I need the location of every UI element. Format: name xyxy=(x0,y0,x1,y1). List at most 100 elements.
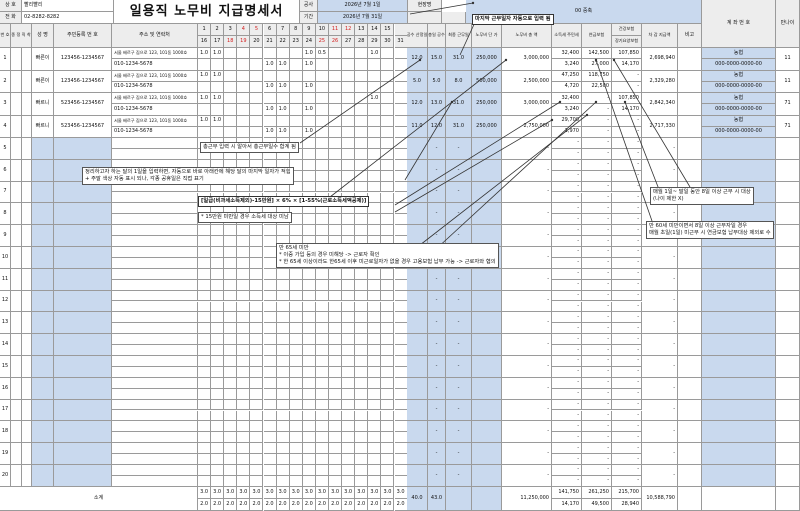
account-number[interactable] xyxy=(702,247,776,269)
day-cell-top[interactable] xyxy=(276,225,290,237)
day-cell-bottom[interactable] xyxy=(329,59,343,71)
row-job-a[interactable] xyxy=(11,312,22,335)
final-day[interactable]: - xyxy=(446,334,472,356)
total-day-top[interactable]: 3.0 xyxy=(368,486,382,499)
health-ins[interactable]: 107,850 xyxy=(612,48,642,60)
worker-address[interactable] xyxy=(112,421,198,433)
ltc-ins[interactable]: - xyxy=(612,81,642,93)
day-cell-top[interactable] xyxy=(250,93,264,105)
labor-total[interactable]: - xyxy=(502,290,552,313)
hdr-ltc[interactable]: 장기요양보험 xyxy=(612,36,642,48)
worker-age[interactable] xyxy=(776,268,800,291)
day-cell-bottom[interactable] xyxy=(329,170,343,182)
unit-price[interactable] xyxy=(472,268,502,291)
day-cell-top[interactable] xyxy=(276,334,290,346)
unit-price[interactable] xyxy=(472,356,502,378)
total-day-top[interactable]: 3.0 xyxy=(394,486,408,499)
worker-name[interactable] xyxy=(32,268,54,291)
day-cell-top[interactable] xyxy=(368,115,382,127)
day-cell-top[interactable] xyxy=(394,93,408,105)
day-cell-bottom[interactable] xyxy=(237,323,251,335)
employment-ins[interactable]: 27,000 xyxy=(582,59,612,71)
work-hours[interactable]: - xyxy=(428,465,446,487)
employment-ins[interactable]: 22,500 xyxy=(582,81,612,93)
day-cell-top[interactable] xyxy=(250,247,264,258)
day-cell-bottom[interactable] xyxy=(342,454,356,465)
day-cell-bottom[interactable] xyxy=(198,279,212,291)
account-number[interactable] xyxy=(702,138,776,160)
net-pay[interactable]: - xyxy=(642,138,678,160)
worker-name[interactable]: 빠른이 xyxy=(32,70,54,93)
worker-rrn[interactable] xyxy=(54,268,112,291)
day-cell-bottom[interactable] xyxy=(381,366,395,378)
final-day[interactable]: - xyxy=(446,138,472,160)
pension[interactable]: - xyxy=(582,421,612,433)
day-cell-top[interactable] xyxy=(329,115,343,127)
remark[interactable] xyxy=(678,70,702,93)
day-cell-bottom[interactable] xyxy=(355,59,369,71)
resident-tax[interactable]: - xyxy=(552,236,582,247)
day-cell-top[interactable] xyxy=(329,93,343,105)
day-cell-top[interactable]: 1.0 xyxy=(198,48,212,60)
health-ins[interactable]: - xyxy=(612,443,642,455)
employment-ins[interactable]: - xyxy=(582,366,612,378)
labor-total[interactable]: - xyxy=(502,138,552,160)
day-cell-bottom[interactable] xyxy=(342,126,356,138)
day-cell-top[interactable] xyxy=(342,115,356,127)
day-cell-top[interactable] xyxy=(315,377,329,389)
day-cell-top[interactable] xyxy=(250,377,264,389)
day-cell-bottom[interactable] xyxy=(381,59,395,71)
day-cell-top[interactable] xyxy=(276,443,290,455)
day-cell-top[interactable] xyxy=(302,138,316,149)
health-ins[interactable]: - xyxy=(612,399,642,411)
day-cell-bottom[interactable] xyxy=(394,214,408,226)
day-cell-top[interactable] xyxy=(276,399,290,411)
day-cell-top[interactable] xyxy=(381,356,395,367)
pension[interactable]: - xyxy=(582,93,612,105)
day-cell-top[interactable] xyxy=(250,70,264,82)
total-unit-price[interactable] xyxy=(472,486,502,511)
row-job-b[interactable] xyxy=(22,225,32,247)
resident-tax[interactable]: 2,970 xyxy=(552,126,582,138)
total-day-top[interactable]: 3.0 xyxy=(198,486,212,499)
worker-phone[interactable] xyxy=(112,388,198,400)
day-cell-bottom[interactable] xyxy=(368,301,382,313)
day-cell-top[interactable] xyxy=(368,443,382,455)
period-start[interactable]: 2026년 7월 1일 xyxy=(318,0,408,12)
account-number[interactable] xyxy=(702,312,776,335)
day-cell-bottom[interactable] xyxy=(198,301,212,313)
worker-rrn[interactable] xyxy=(54,334,112,356)
day-cell-top[interactable] xyxy=(211,356,225,367)
day-cell-top[interactable] xyxy=(237,421,251,433)
work-count[interactable] xyxy=(407,356,428,378)
day-cell-top[interactable] xyxy=(237,312,251,324)
remark[interactable] xyxy=(678,465,702,487)
day-cell-bottom[interactable] xyxy=(276,388,290,400)
day-cell-bottom[interactable] xyxy=(211,388,225,400)
worker-phone[interactable] xyxy=(112,214,198,226)
day-cell-bottom[interactable] xyxy=(237,236,251,247)
day-cell-top[interactable] xyxy=(224,356,238,367)
hdr-remark[interactable]: 비고 xyxy=(678,24,702,48)
day-cell-bottom[interactable] xyxy=(211,454,225,465)
day-cell-top[interactable] xyxy=(237,225,251,237)
day-cell-top[interactable] xyxy=(263,268,277,280)
resident-tax[interactable]: - xyxy=(552,257,582,269)
day-cell-top[interactable] xyxy=(198,290,212,302)
work-hours[interactable]: 5.0 xyxy=(428,70,446,93)
work-hours[interactable]: - xyxy=(428,399,446,422)
day-cell-bottom[interactable] xyxy=(315,323,329,335)
pension[interactable]: - xyxy=(582,268,612,280)
pension[interactable]: - xyxy=(582,225,612,237)
day-cell-bottom[interactable] xyxy=(211,81,225,93)
day-cell-bottom[interactable] xyxy=(329,323,343,335)
hdr-work-count[interactable]: 공수 산정일 xyxy=(407,24,428,48)
row-job-b[interactable] xyxy=(22,356,32,378)
row-no[interactable]: 14 xyxy=(0,334,11,356)
day-header-27[interactable]: 27 xyxy=(342,36,356,48)
day-cell-top[interactable] xyxy=(329,443,343,455)
day-cell-top[interactable] xyxy=(394,268,408,280)
day-cell-top[interactable] xyxy=(329,377,343,389)
unit-price[interactable]: 250,000 xyxy=(472,93,502,116)
day-cell-top[interactable] xyxy=(250,312,264,324)
